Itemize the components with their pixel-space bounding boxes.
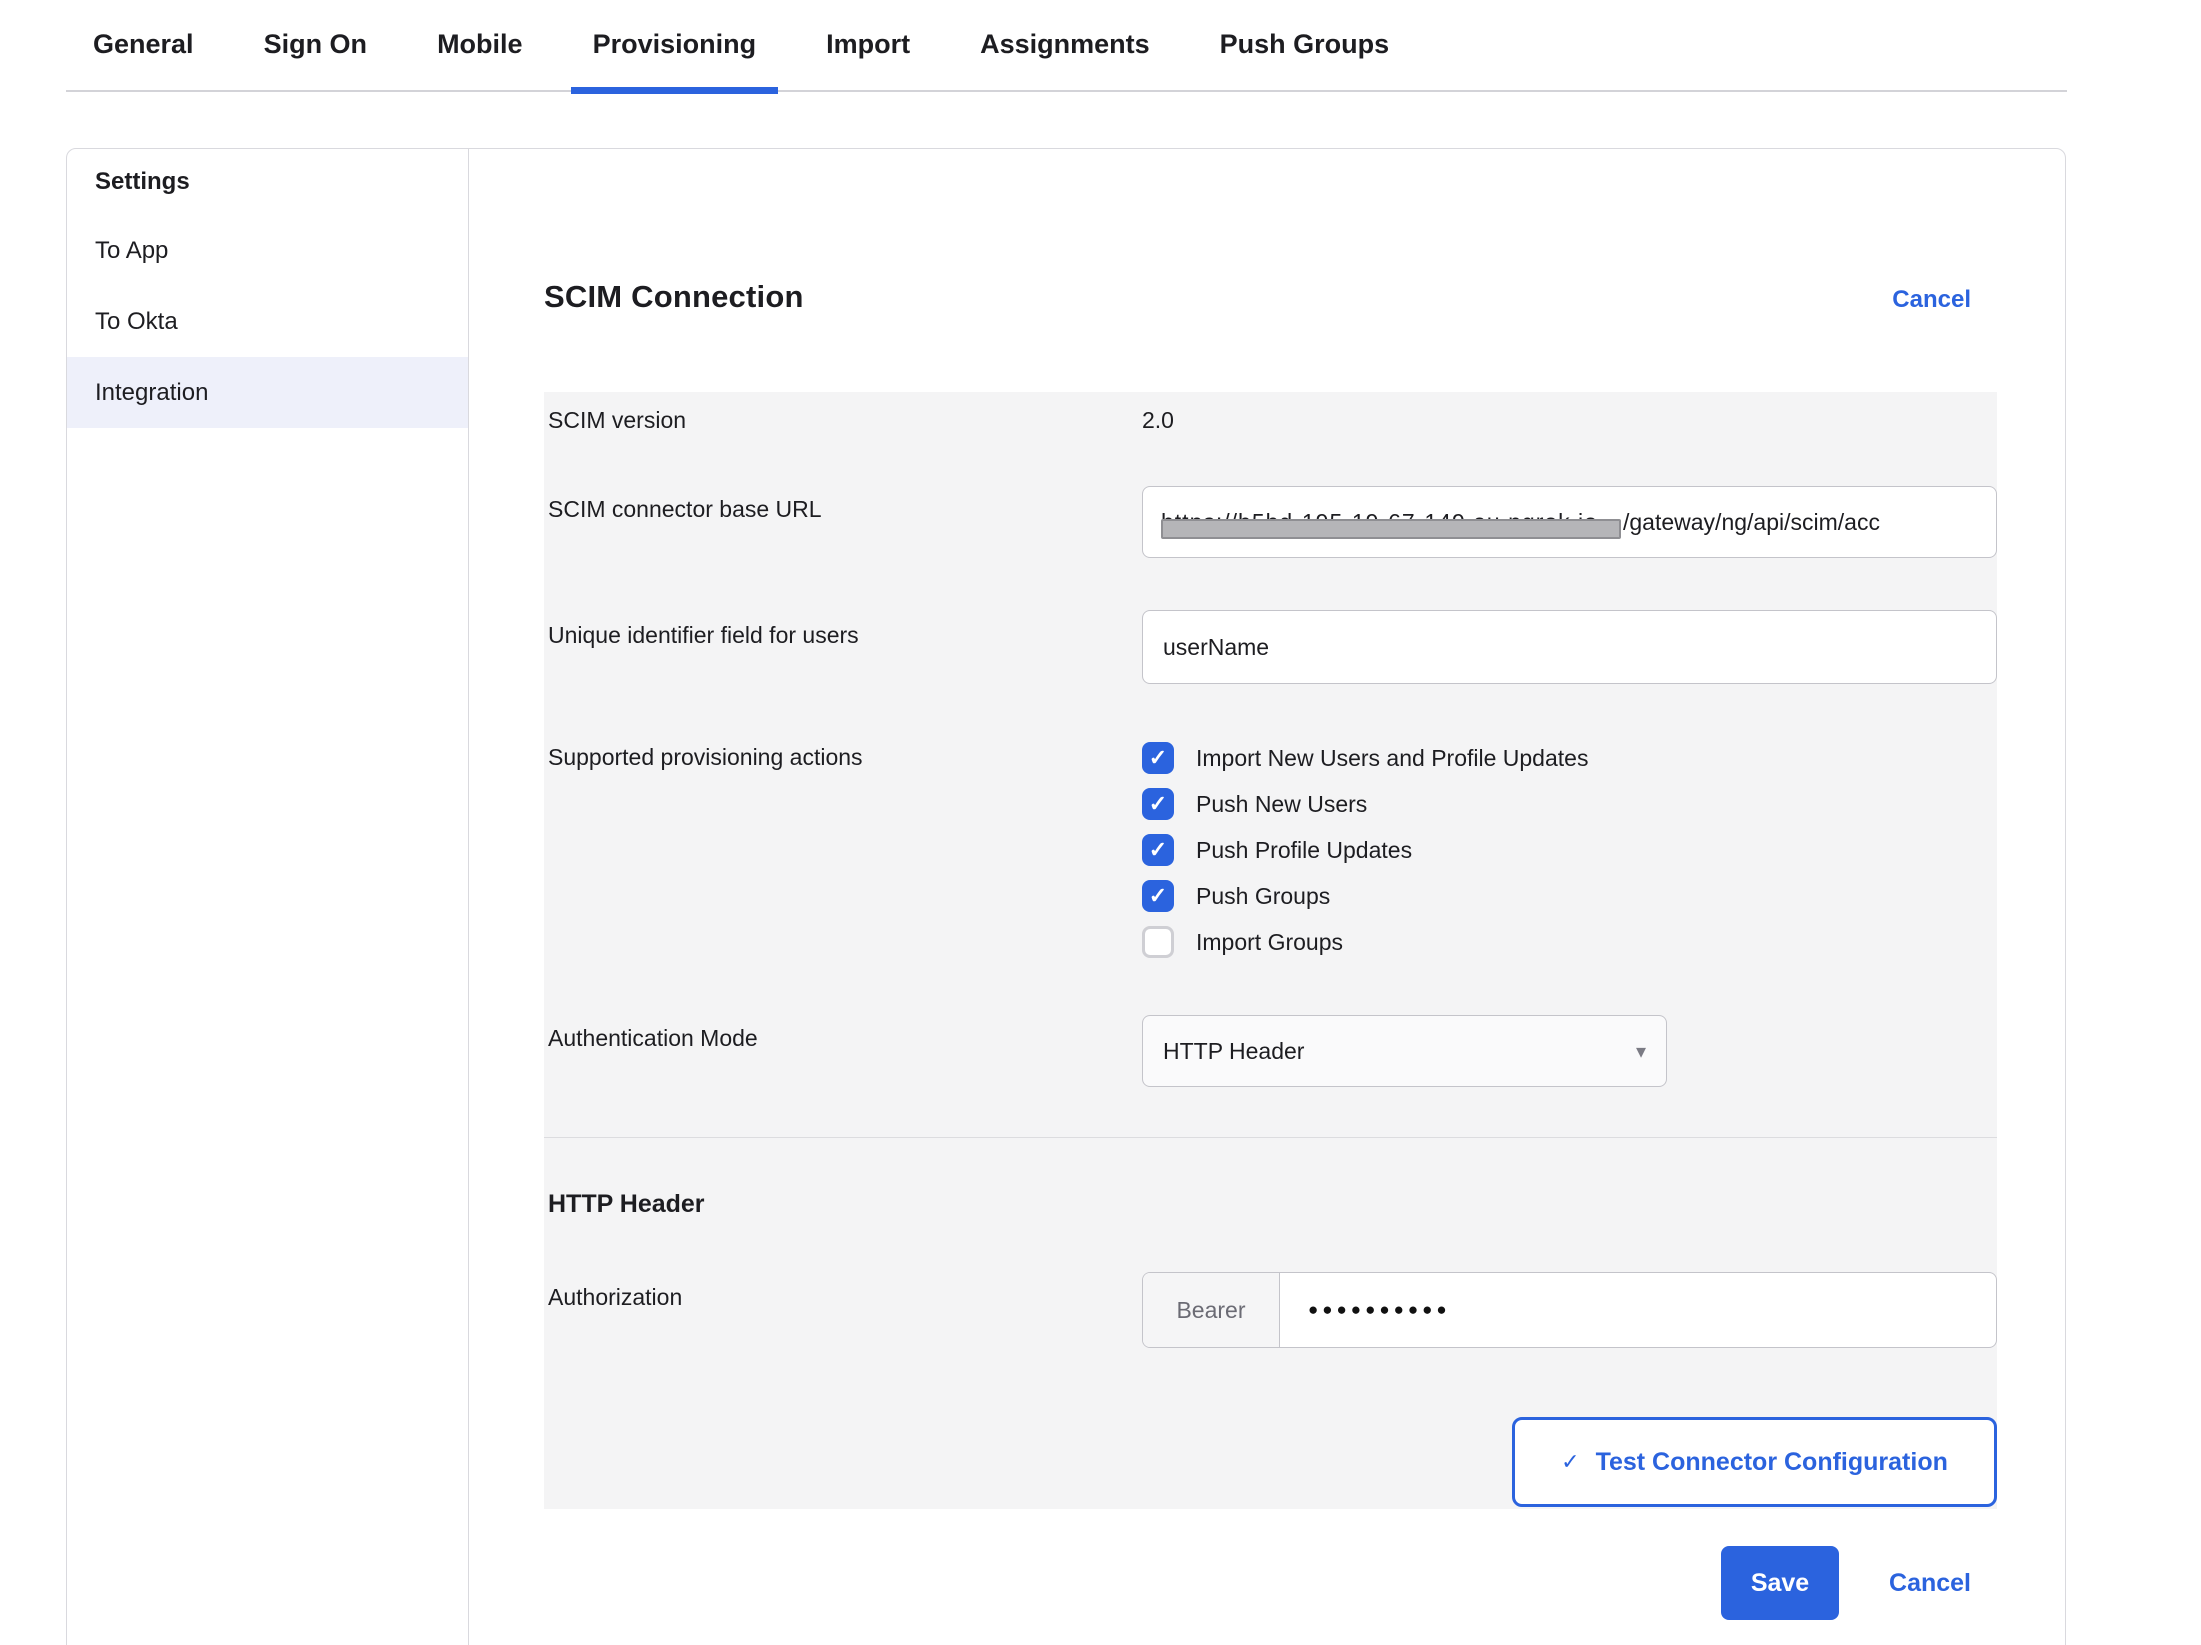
page-title: SCIM Connection xyxy=(544,279,804,315)
checkbox-label: Push Groups xyxy=(1196,883,1330,910)
checkbox-row-import-users[interactable]: ✓ Import New Users and Profile Updates xyxy=(1142,742,1997,774)
tab-assignments[interactable]: Assignments xyxy=(958,29,1172,90)
checkbox[interactable]: ✓ xyxy=(1142,880,1174,912)
provisioning-panel: Settings To App To Okta Integration SCIM… xyxy=(66,148,2066,1645)
cancel-link-bottom[interactable]: Cancel xyxy=(1889,1569,1971,1598)
unique-id-row: Unique identifier field for users xyxy=(544,610,1997,684)
checkbox-label: Push New Users xyxy=(1196,791,1367,818)
sidebar-item-to-app[interactable]: To App xyxy=(67,215,468,286)
check-icon: ✓ xyxy=(1561,1449,1579,1475)
cancel-link-top[interactable]: Cancel xyxy=(1892,286,1971,314)
test-connector-button[interactable]: ✓ Test Connector Configuration xyxy=(1512,1417,1997,1507)
checkbox-list: ✓ Import New Users and Profile Updates ✓… xyxy=(1142,742,1997,958)
checkbox[interactable]: ✓ xyxy=(1142,742,1174,774)
main-content: SCIM Connection Cancel SCIM version 2.0 … xyxy=(469,149,2067,1645)
http-header-heading: HTTP Header xyxy=(544,1190,1997,1219)
unique-id-label: Unique identifier field for users xyxy=(544,610,1142,684)
url-visible-suffix: /gateway/ng/api/scim/acc xyxy=(1623,509,1880,536)
checkbox-row-import-groups[interactable]: ✓ Import Groups xyxy=(1142,926,1997,958)
checkbox[interactable]: ✓ xyxy=(1142,926,1174,958)
auth-mode-value: HTTP Header xyxy=(1163,1038,1304,1065)
checkbox-row-push-profile-updates[interactable]: ✓ Push Profile Updates xyxy=(1142,834,1997,866)
save-button[interactable]: Save xyxy=(1721,1546,1839,1620)
check-icon: ✓ xyxy=(1149,839,1167,861)
check-icon: ✓ xyxy=(1149,793,1167,815)
settings-sidebar: Settings To App To Okta Integration xyxy=(67,149,469,1645)
checkbox-row-push-new-users[interactable]: ✓ Push New Users xyxy=(1142,788,1997,820)
redaction-bar xyxy=(1161,519,1621,539)
redacted-url-segment: https://b5bd-195-19-67-149.eu.ngrok.io xyxy=(1161,505,1623,539)
scim-version-label: SCIM version xyxy=(544,407,1142,434)
checkbox[interactable]: ✓ xyxy=(1142,834,1174,866)
checkbox[interactable]: ✓ xyxy=(1142,788,1174,820)
auth-mode-select[interactable]: HTTP Header ▾ xyxy=(1142,1015,1667,1087)
authorization-input-group: Bearer ●●●●●●●●●● xyxy=(1142,1272,1997,1348)
sidebar-item-to-okta[interactable]: To Okta xyxy=(67,286,468,357)
tab-provisioning[interactable]: Provisioning xyxy=(571,29,779,90)
provisioning-actions-label: Supported provisioning actions xyxy=(544,742,1142,958)
scim-form-panel: SCIM version 2.0 SCIM connector base URL… xyxy=(544,392,1997,1509)
form-footer: Save Cancel xyxy=(544,1546,1997,1620)
sidebar-item-integration[interactable]: Integration xyxy=(67,357,468,428)
check-icon: ✓ xyxy=(1149,747,1167,769)
checkbox-label: Import Groups xyxy=(1196,929,1343,956)
app-tabbar: General Sign On Mobile Provisioning Impo… xyxy=(66,0,2067,92)
authorization-row: Authorization Bearer ●●●●●●●●●● xyxy=(544,1272,1997,1348)
chevron-down-icon: ▾ xyxy=(1636,1039,1646,1064)
auth-mode-label: Authentication Mode xyxy=(544,1015,1142,1087)
tab-push-groups[interactable]: Push Groups xyxy=(1198,29,1412,90)
auth-mode-row: Authentication Mode HTTP Header ▾ xyxy=(544,1015,1997,1087)
page: General Sign On Mobile Provisioning Impo… xyxy=(0,0,2201,1645)
scim-version-row: SCIM version 2.0 xyxy=(544,402,1997,438)
scim-base-url-input[interactable]: https://b5bd-195-19-67-149.eu.ngrok.io /… xyxy=(1142,486,1997,558)
bearer-prefix: Bearer xyxy=(1143,1273,1280,1347)
sidebar-title: Settings xyxy=(67,149,468,215)
base-url-row: SCIM connector base URL https://b5bd-195… xyxy=(544,486,1997,558)
test-connector-label: Test Connector Configuration xyxy=(1596,1448,1948,1477)
header-row: SCIM Connection Cancel xyxy=(544,279,1997,315)
section-divider xyxy=(544,1137,1997,1138)
tab-general[interactable]: General xyxy=(71,29,216,90)
checkbox-label: Push Profile Updates xyxy=(1196,837,1412,864)
tab-mobile[interactable]: Mobile xyxy=(415,29,545,90)
base-url-label: SCIM connector base URL xyxy=(544,486,1142,558)
bearer-token-input[interactable]: ●●●●●●●●●● xyxy=(1280,1273,1996,1347)
checkbox-row-push-groups[interactable]: ✓ Push Groups xyxy=(1142,880,1997,912)
unique-id-input[interactable] xyxy=(1142,610,1997,684)
provisioning-actions-row: Supported provisioning actions ✓ Import … xyxy=(544,742,1997,958)
authorization-label: Authorization xyxy=(544,1272,1142,1348)
checkbox-label: Import New Users and Profile Updates xyxy=(1196,745,1588,772)
scim-version-value: 2.0 xyxy=(1142,407,1997,434)
check-icon: ✓ xyxy=(1149,885,1167,907)
tab-sign-on[interactable]: Sign On xyxy=(242,29,390,90)
tab-import[interactable]: Import xyxy=(804,29,932,90)
test-connector-row: ✓ Test Connector Configuration xyxy=(544,1417,1997,1507)
